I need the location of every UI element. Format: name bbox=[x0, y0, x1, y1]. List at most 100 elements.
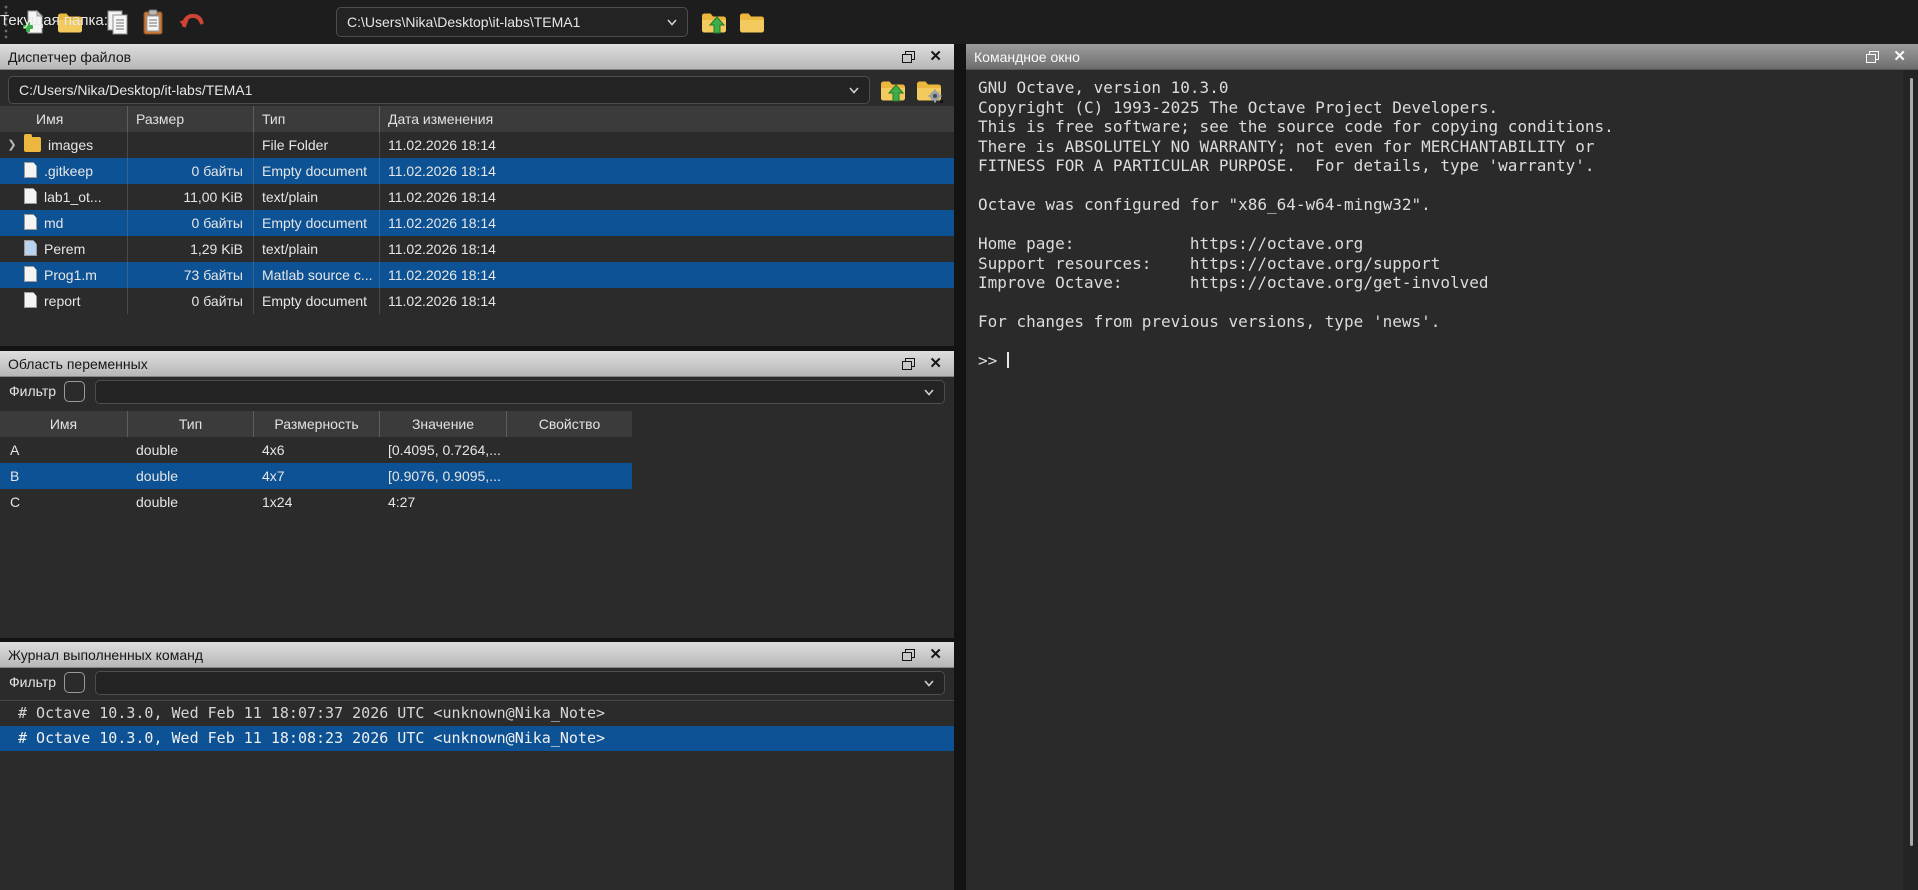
toolbar-path-combobox[interactable]: C:\Users\Nika\Desktop\it-labs\TEMA1 bbox=[336, 7, 688, 37]
table-row[interactable]: ❯imagesFile Folder11.02.2026 18:14 bbox=[0, 132, 954, 158]
folder-up-icon[interactable] bbox=[878, 76, 908, 104]
workspace-filter-label: Фильтр bbox=[9, 383, 56, 399]
file-size-cell: 11,00 KiB bbox=[128, 184, 254, 210]
close-icon[interactable]: ✕ bbox=[929, 356, 942, 371]
command-window-panel: Командное окно ✕ GNU Octave, version 10.… bbox=[966, 44, 1918, 890]
console-prompt: >> bbox=[978, 351, 997, 370]
undock-icon[interactable] bbox=[902, 649, 915, 661]
file-path-combobox[interactable]: C:/Users/Nika/Desktop/it-labs/TEMA1 bbox=[8, 76, 870, 104]
close-icon[interactable]: ✕ bbox=[929, 49, 942, 64]
file-size-cell: 0 байты bbox=[128, 288, 254, 314]
command-window-titlebar[interactable]: Командное окно ✕ bbox=[966, 44, 1918, 70]
variable-dims-cell: 4x7 bbox=[254, 463, 380, 489]
file-type-cell: Empty document bbox=[254, 158, 380, 184]
file-manager-titlebar[interactable]: Диспетчер файлов ✕ bbox=[0, 44, 954, 70]
variable-name-cell: A bbox=[0, 437, 128, 463]
table-row[interactable]: lab1_ot...11,00 KiBtext/plain11.02.2026 … bbox=[0, 184, 954, 210]
expand-chevron-icon[interactable]: ❯ bbox=[0, 132, 24, 158]
undock-icon[interactable] bbox=[1866, 51, 1879, 63]
file-name-cell: Prog1.m bbox=[0, 262, 128, 288]
file-name-cell: md bbox=[0, 210, 128, 236]
workspace-titlebar[interactable]: Область переменных ✕ bbox=[0, 351, 954, 377]
close-icon[interactable]: ✕ bbox=[929, 647, 942, 662]
chevron-down-icon bbox=[848, 84, 860, 96]
workspace-filter-combobox[interactable] bbox=[95, 380, 945, 404]
file-date-cell: 11.02.2026 18:14 bbox=[380, 288, 954, 314]
column-header-attr[interactable]: Свойство bbox=[507, 411, 632, 437]
variable-attr-cell bbox=[507, 437, 632, 463]
column-header-dims[interactable]: Размерность bbox=[254, 411, 380, 437]
variable-dims-cell: 1x24 bbox=[254, 489, 380, 515]
column-header-type[interactable]: Тип bbox=[128, 411, 254, 437]
column-header-value[interactable]: Значение bbox=[380, 411, 507, 437]
file-date-cell: 11.02.2026 18:14 bbox=[380, 210, 954, 236]
column-header-date[interactable]: Дата изменения bbox=[380, 106, 954, 132]
variable-type-cell: double bbox=[128, 437, 254, 463]
folder-up-icon[interactable] bbox=[700, 8, 728, 36]
table-row[interactable]: md0 байтыEmpty document11.02.2026 18:14 bbox=[0, 210, 954, 236]
file-icon bbox=[24, 214, 37, 230]
file-type-cell: text/plain bbox=[254, 236, 380, 262]
variable-attr-cell bbox=[507, 463, 632, 489]
file-name-cell: report bbox=[0, 288, 128, 314]
column-header-type[interactable]: Тип bbox=[254, 106, 380, 132]
file-type-cell: Matlab source c... bbox=[254, 262, 380, 288]
undo-icon[interactable] bbox=[178, 8, 206, 36]
table-row[interactable]: Bdouble4x7[0.9076, 0.9095,... bbox=[0, 463, 954, 489]
vertical-scrollbar[interactable] bbox=[1903, 70, 1918, 890]
table-row[interactable]: Adouble4x6[0.4095, 0.7264,... bbox=[0, 437, 954, 463]
folder-actions-icon[interactable] bbox=[914, 76, 944, 104]
expand-chevron-icon bbox=[0, 158, 24, 184]
table-row[interactable]: report 0 байтыEmpty document11.02.2026 18… bbox=[0, 288, 954, 314]
variable-type-cell: double bbox=[128, 489, 254, 515]
history-title: Журнал выполненных команд bbox=[8, 647, 902, 663]
file-path-value: C:/Users/Nika/Desktop/it-labs/TEMA1 bbox=[9, 82, 848, 98]
file-type-cell: File Folder bbox=[254, 132, 380, 158]
list-item[interactable]: # Octave 10.3.0, Wed Feb 11 18:08:23 202… bbox=[0, 726, 954, 751]
history-filter-checkbox[interactable] bbox=[64, 672, 85, 693]
undock-icon[interactable] bbox=[902, 358, 915, 370]
history-filter-combobox[interactable] bbox=[95, 671, 945, 695]
table-row[interactable]: Cdouble1x244:27 bbox=[0, 489, 954, 515]
command-history-panel: Журнал выполненных команд ✕ Фильтр # Oct… bbox=[0, 642, 954, 890]
table-row[interactable]: .gitkeep0 байтыEmpty document11.02.2026 … bbox=[0, 158, 954, 184]
column-header-name[interactable]: Имя bbox=[0, 411, 128, 437]
close-icon[interactable]: ✕ bbox=[1893, 49, 1906, 64]
table-row[interactable]: Prog1.m73 байтыMatlab source c...11.02.2… bbox=[0, 262, 954, 288]
chevron-down-icon bbox=[923, 677, 935, 689]
column-header-name[interactable]: Имя bbox=[0, 106, 128, 132]
workspace-filter-checkbox[interactable] bbox=[64, 381, 85, 402]
expand-chevron-icon bbox=[0, 236, 24, 262]
variable-value-cell: 4:27 bbox=[380, 489, 507, 515]
history-list: # Octave 10.3.0, Wed Feb 11 18:07:37 202… bbox=[0, 700, 954, 751]
browse-folder-icon[interactable] bbox=[738, 8, 766, 36]
file-name-label: Prog1.m bbox=[44, 262, 97, 288]
file-type-cell: Empty document bbox=[254, 288, 380, 314]
history-titlebar[interactable]: Журнал выполненных команд ✕ bbox=[0, 642, 954, 668]
chevron-down-icon bbox=[923, 386, 935, 398]
file-name-label: lab1_ot... bbox=[44, 184, 102, 210]
file-date-cell: 11.02.2026 18:14 bbox=[380, 158, 954, 184]
command-window-content[interactable]: GNU Octave, version 10.3.0 Copyright (C)… bbox=[966, 70, 1918, 890]
variable-value-cell: [0.9076, 0.9095,... bbox=[380, 463, 507, 489]
history-filter-label: Фильтр bbox=[9, 674, 56, 690]
undock-icon[interactable] bbox=[902, 51, 915, 63]
console-output: GNU Octave, version 10.3.0 Copyright (C)… bbox=[978, 78, 1894, 371]
text-cursor bbox=[1007, 352, 1009, 368]
file-name-label: report bbox=[44, 288, 81, 314]
scrollbar-thumb[interactable] bbox=[1910, 78, 1913, 846]
file-type-cell: text/plain bbox=[254, 184, 380, 210]
expand-chevron-icon bbox=[0, 262, 24, 288]
expand-chevron-icon bbox=[0, 210, 24, 236]
list-item[interactable]: # Octave 10.3.0, Wed Feb 11 18:07:37 202… bbox=[0, 701, 954, 726]
column-header-size[interactable]: Размер bbox=[128, 106, 254, 132]
file-icon bbox=[24, 162, 37, 178]
workspace-table-header[interactable]: Имя Тип Размерность Значение Свойство bbox=[0, 411, 632, 437]
copy-icon[interactable] bbox=[104, 8, 132, 36]
file-table-header[interactable]: Имя Размер Тип Дата изменения bbox=[0, 106, 954, 132]
paste-icon[interactable] bbox=[140, 8, 168, 36]
variable-value-cell: [0.4095, 0.7264,... bbox=[380, 437, 507, 463]
table-row[interactable]: Perem1,29 KiBtext/plain11.02.2026 18:14 bbox=[0, 236, 954, 262]
variable-name-cell: C bbox=[0, 489, 128, 515]
main-toolbar: Текущая папка: C:\Users\Nika\Desktop\it-… bbox=[0, 0, 1918, 44]
